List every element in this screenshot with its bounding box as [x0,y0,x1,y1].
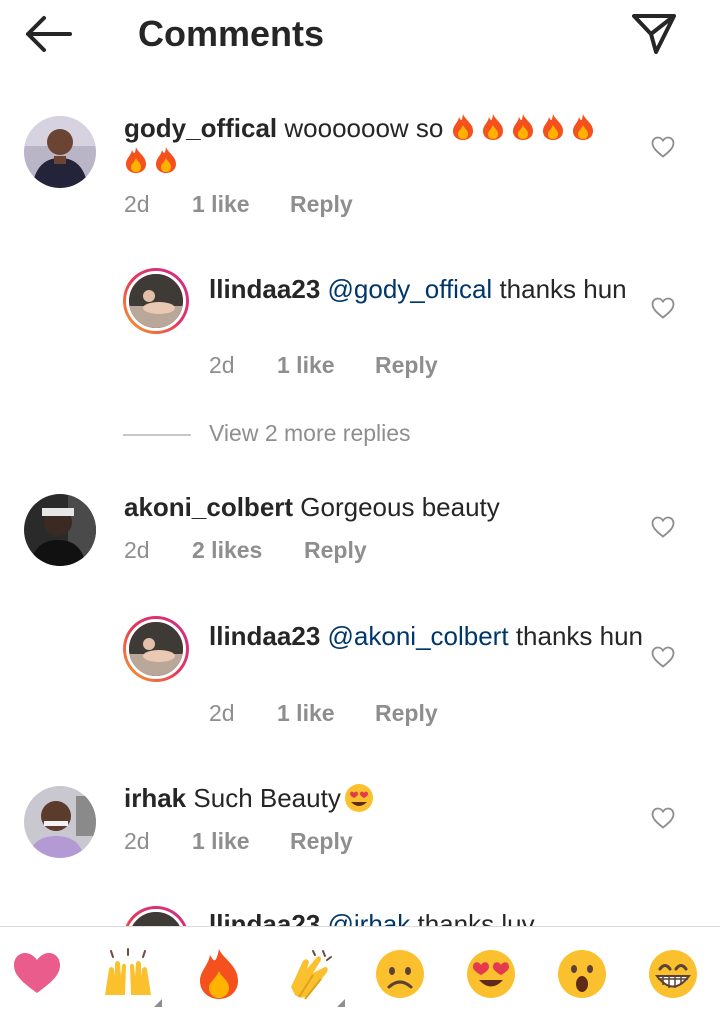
avatar[interactable] [24,786,96,858]
comment-likes[interactable]: 2 likes [192,537,262,564]
comment-body: Gorgeous beauty [300,492,500,522]
comment-body: thanks hun [499,274,627,304]
comment-username[interactable]: llindaa23 [209,621,320,651]
red-heart-emoji-icon[interactable] [10,947,64,1001]
comment-username[interactable]: gody_offical [124,113,277,143]
comment-text: akoni_colbert Gorgeous beauty [124,491,604,524]
mention-link[interactable]: @irhak [328,909,411,926]
fire-icon [482,114,503,140]
like-heart-icon[interactable] [651,297,675,319]
comment-text: irhak Such Beauty [124,782,604,815]
comment-text: llindaa23 @irhak thanks luv [209,908,689,926]
comment-text: llindaa23 @akoni_colbert thanks hun [209,620,689,653]
comment-likes[interactable]: 1 like [277,700,335,727]
like-heart-icon[interactable] [651,516,675,538]
skin-tone-indicator [337,999,345,1007]
comment-age: 2d [209,352,235,378]
emoji-reaction-bar [0,926,720,1015]
comment-body: thanks luv [417,909,535,926]
send-icon[interactable] [630,12,678,56]
comment-age: 2d [124,828,150,854]
comment-text: llindaa23 @gody_offical thanks hun [209,273,689,306]
heart-eyes-face-emoji-icon[interactable] [464,947,518,1001]
page-title: Comments [138,13,325,54]
avatar[interactable] [24,494,96,566]
view-more-replies[interactable]: View 2 more replies [123,420,523,450]
avatar[interactable] [123,268,189,334]
comment-username[interactable]: irhak [124,783,186,813]
fire-icon [542,114,563,140]
surprised-face-emoji-icon[interactable] [555,947,609,1001]
comment-body: woooooow so [284,113,444,143]
like-heart-icon[interactable] [651,646,675,668]
comment-likes[interactable]: 1 like [277,352,335,379]
clapping-hands-emoji-icon[interactable] [283,947,337,1001]
reply-button[interactable]: Reply [290,191,353,218]
raising-hands-emoji-icon[interactable] [101,947,155,1001]
like-heart-icon[interactable] [651,807,675,829]
comment-age: 2d [124,191,150,217]
view-more-replies-label[interactable]: View 2 more replies [209,420,411,447]
fire-icon [156,147,176,173]
back-arrow-icon[interactable] [22,14,74,54]
reply-button[interactable]: Reply [304,537,367,564]
comment-username[interactable]: llindaa23 [209,909,320,926]
fire-icon [512,114,533,140]
sad-face-emoji-icon[interactable] [373,947,427,1001]
fire-icon [126,147,146,173]
divider [123,434,191,436]
mention-link[interactable]: @akoni_colbert [328,621,509,651]
comment-likes[interactable]: 1 like [192,828,250,855]
comment-age: 2d [209,700,235,726]
fire-emoji-icon[interactable] [192,947,246,1001]
avatar[interactable] [24,116,96,188]
reply-button[interactable]: Reply [375,700,438,727]
comment-likes[interactable]: 1 like [192,191,250,218]
header: Comments [0,0,720,70]
mention-link[interactable]: @gody_offical [328,274,493,304]
avatar[interactable] [123,616,189,682]
comment-body: thanks hun [515,621,644,651]
comment-text: gody_offical woooooow so [124,112,604,178]
comment-body: Such Beauty [193,783,341,813]
comment-username[interactable]: llindaa23 [209,274,320,304]
comment-age: 2d [124,537,150,563]
fire-icon [452,114,473,140]
reply-button[interactable]: Reply [375,352,438,379]
reply-button[interactable]: Reply [290,828,353,855]
skin-tone-indicator [154,999,162,1007]
heart-eyes-emoji-icon [344,784,373,812]
grinning-face-emoji-icon[interactable] [646,947,700,1001]
avatar[interactable] [123,906,189,926]
comments-list: gody_offical woooooow so 2d 1 like Reply [0,0,720,926]
like-heart-icon[interactable] [651,136,675,158]
fire-icon [572,114,593,140]
comment-username[interactable]: akoni_colbert [124,492,293,522]
